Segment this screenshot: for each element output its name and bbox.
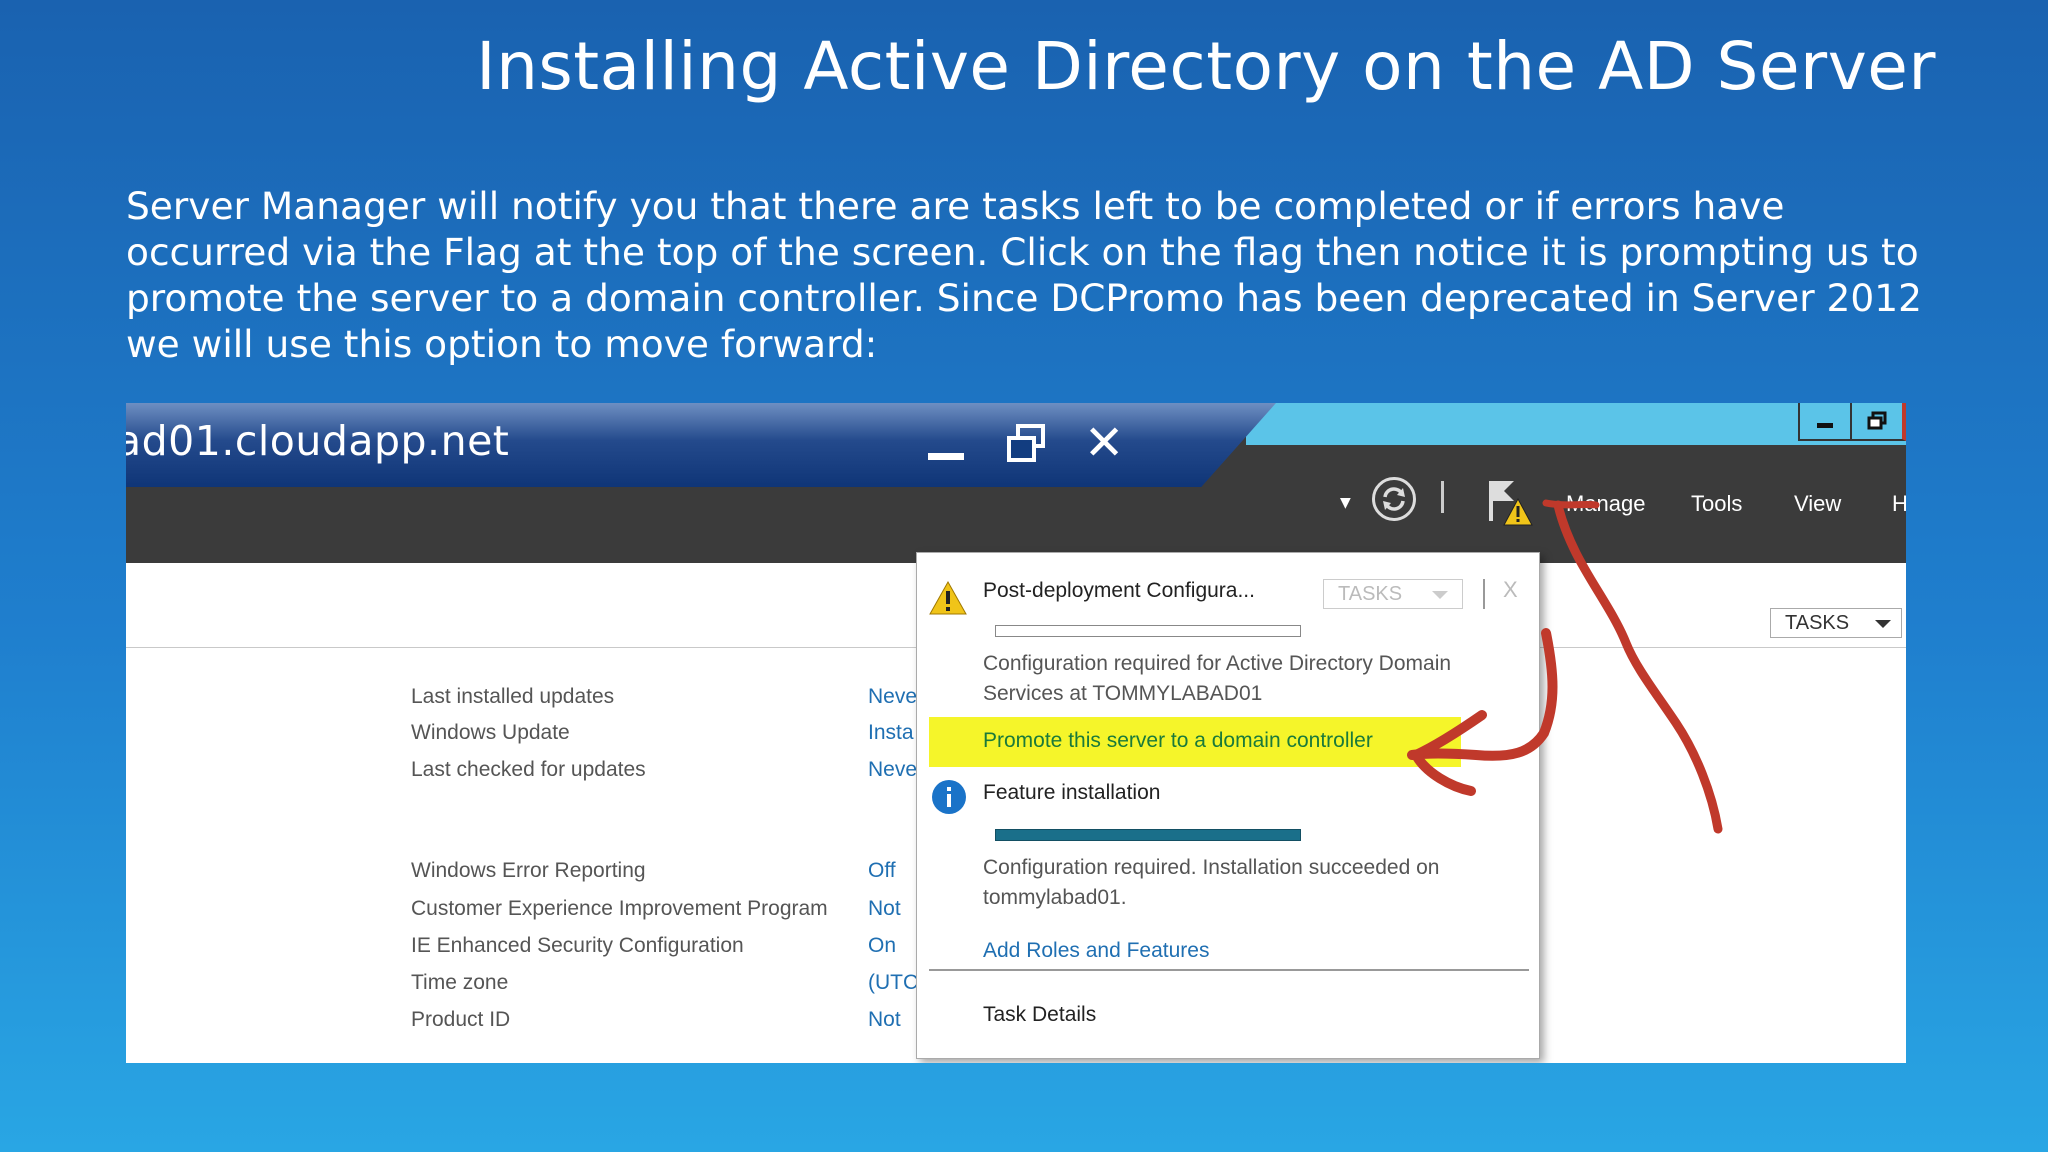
rdp-close-button[interactable]: ✕ — [1084, 415, 1124, 471]
minimize-button[interactable] — [1798, 403, 1850, 441]
minimize-icon — [1817, 423, 1833, 428]
property-label: Last checked for updates — [411, 758, 646, 781]
remote-window-controls — [1798, 403, 1906, 441]
property-label: IE Enhanced Security Configuration — [411, 934, 744, 957]
property-value[interactable]: On — [868, 934, 920, 958]
property-value[interactable]: Off — [868, 859, 920, 883]
progress-bar-complete — [995, 829, 1301, 841]
property-label: Last installed updates — [411, 685, 615, 708]
notification-description: Configuration required. Installation suc… — [983, 856, 1440, 909]
popup-divider — [929, 969, 1529, 971]
rdp-minimize-button[interactable] — [928, 453, 964, 460]
rdp-host-title: ad01.cloudapp.net — [126, 417, 510, 465]
rdp-connection-bar: ad01.cloudapp.net ✕ — [126, 403, 1276, 487]
refresh-button[interactable] — [1372, 477, 1416, 521]
notification-title: Post-deployment Configura... — [983, 579, 1255, 602]
progress-bar-empty — [995, 625, 1301, 637]
warning-icon — [929, 581, 967, 615]
property-value[interactable]: Neve — [868, 758, 920, 782]
header-dropdown-icon[interactable]: ▼ — [1340, 495, 1351, 511]
promote-dc-link[interactable]: Promote this server to a domain controll… — [983, 729, 1373, 753]
property-label: Product ID — [411, 1008, 511, 1031]
property-value[interactable]: Insta — [868, 721, 920, 745]
notification-description: Configuration required for Active Direct… — [983, 652, 1452, 705]
notifications-flag-icon[interactable] — [1484, 475, 1534, 535]
menu-help[interactable]: H — [1892, 491, 1906, 517]
header-separator — [1441, 481, 1444, 513]
property-label: Time zone — [411, 971, 509, 994]
dismiss-notification-button[interactable]: X — [1503, 577, 1518, 603]
add-roles-link[interactable]: Add Roles and Features — [983, 939, 1209, 963]
rdp-restore-button[interactable] — [1006, 423, 1046, 465]
property-value[interactable]: Not — [868, 897, 920, 921]
restore-button[interactable] — [1850, 403, 1906, 441]
slide-title: Installing Active Directory on the AD Se… — [476, 28, 1936, 105]
property-label: Windows Update — [411, 721, 570, 744]
server-manager-screenshot: ad01.cloudapp.net ✕ ▼ Manage Tools View … — [126, 403, 1906, 1063]
task-details-link[interactable]: Task Details — [983, 1003, 1096, 1027]
notifications-popup: Post-deployment Configura... TASKS X Con… — [916, 552, 1540, 1059]
menu-tools[interactable]: Tools — [1691, 491, 1742, 517]
popup-separator — [1483, 579, 1485, 609]
property-value[interactable]: Neve — [868, 685, 920, 709]
property-label: Windows Error Reporting — [411, 859, 646, 882]
menu-manage[interactable]: Manage — [1566, 491, 1646, 517]
restore-icon — [1867, 411, 1887, 430]
notification-title: Feature installation — [983, 781, 1161, 804]
property-value[interactable]: Not — [868, 1008, 920, 1032]
property-label: Customer Experience Improvement Program — [411, 897, 828, 920]
slide-body: Server Manager will notify you that ther… — [126, 184, 1922, 366]
tasks-dropdown[interactable]: TASKS — [1770, 608, 1902, 638]
chevron-down-icon — [1875, 620, 1891, 628]
chevron-down-icon — [1432, 591, 1448, 599]
tasks-label: TASKS — [1785, 612, 1850, 634]
info-icon — [932, 780, 966, 814]
menu-view[interactable]: View — [1794, 491, 1841, 517]
notification-tasks-dropdown[interactable]: TASKS — [1323, 579, 1463, 609]
tasks-label: TASKS — [1338, 583, 1403, 605]
refresh-icon — [1383, 487, 1405, 511]
property-value[interactable]: (UTC — [868, 971, 920, 995]
